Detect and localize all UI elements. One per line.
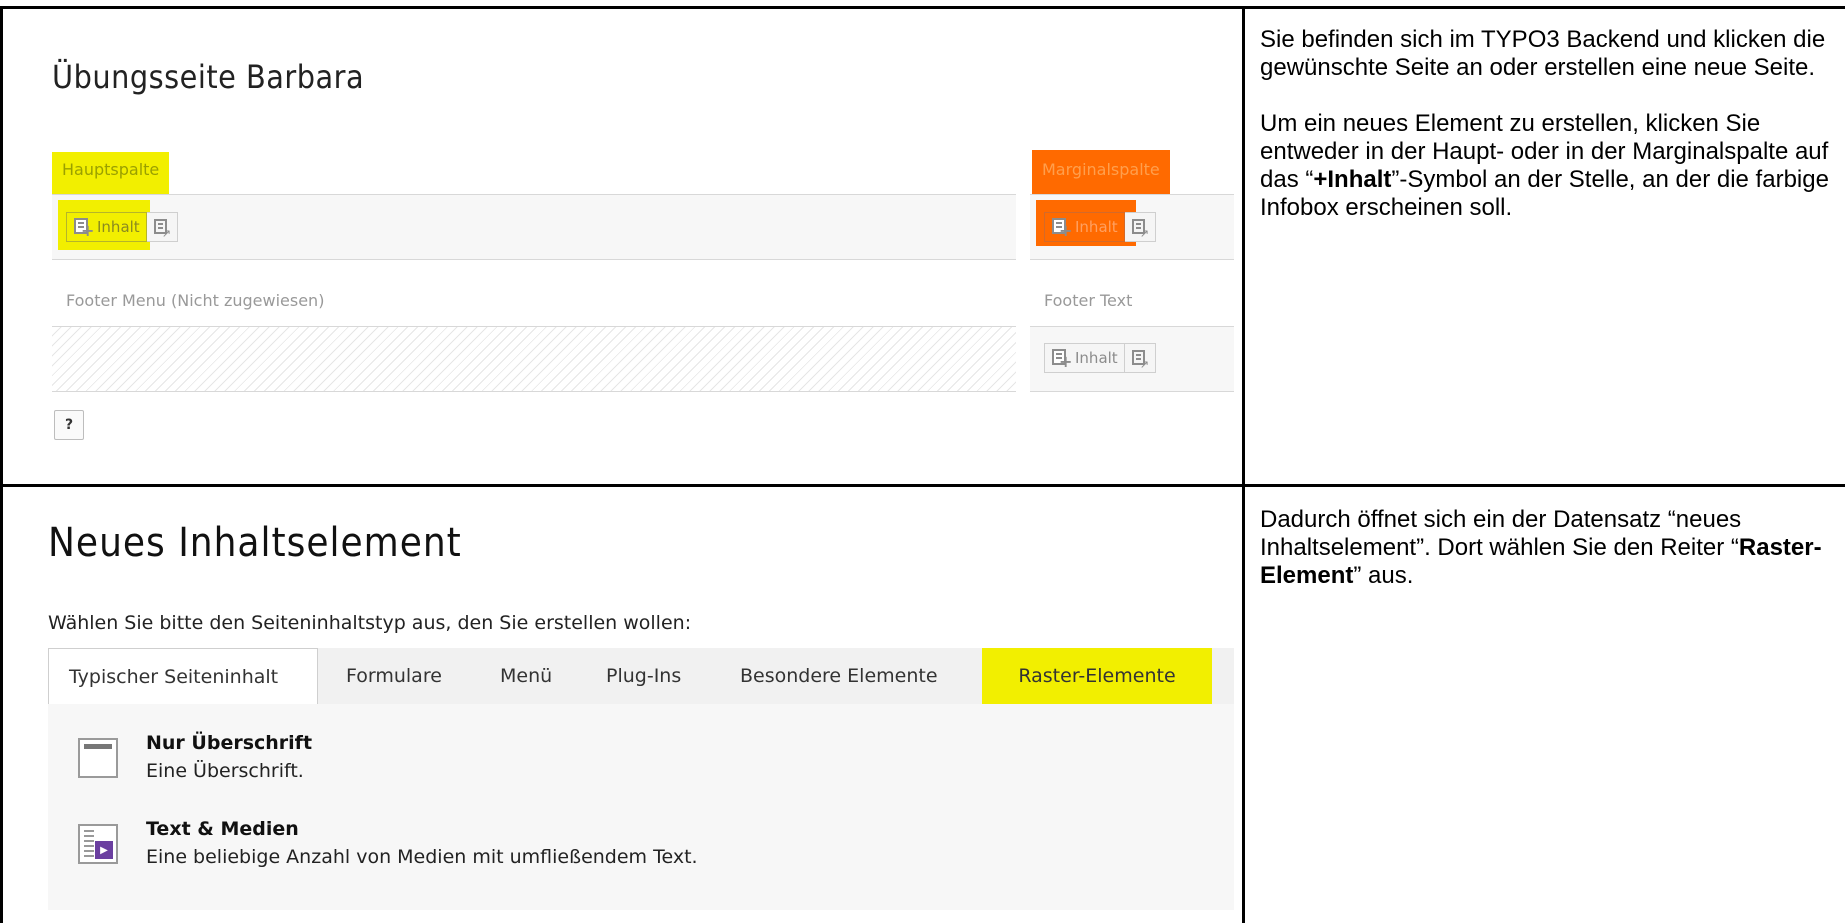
tab-typical-content[interactable]: Typischer Seiteninhalt [48,648,318,705]
paste-icon: ↗ [1131,218,1149,240]
table-border-top [0,6,1845,9]
footer-menu-disabled-area [52,326,1016,392]
step2-description: Dadurch öffnet sich ein der Datensatz “n… [1260,506,1840,618]
step1-bold-text: +Inhalt [1313,166,1392,193]
page-title: Übungsseite Barbara [52,58,365,96]
tab-plugins[interactable]: Plug-Ins [586,648,701,704]
main-column-buttons: + Inhalt ↗ [66,212,178,242]
step1-paragraph-1: Sie befinden sich im TYPO3 Backend und k… [1260,26,1826,81]
add-content-label: Inhalt [97,218,140,236]
item-title: Text & Medien [146,818,299,840]
add-content-label-footer: Inhalt [1075,349,1118,367]
item-title: Nur Überschrift [146,732,313,754]
item-description: Eine Überschrift. [146,760,304,782]
add-content-icon: + [1051,348,1072,370]
main-column-dropzone [52,194,1016,260]
step1-description: Sie befinden sich im TYPO3 Backend und k… [1260,26,1830,250]
paste-icon: ↗ [153,218,171,240]
tab-special-elements[interactable]: Besondere Elemente [720,648,958,704]
paste-button-side[interactable]: ↗ [1124,212,1156,242]
wizard-title: Neues Inhaltselement [48,520,462,566]
wizard-instruction: Wählen Sie bitte den Seiteninhaltstyp au… [48,612,692,634]
table-border-left [0,6,3,923]
header-icon [78,738,118,778]
add-content-button-side[interactable]: + Inhalt [1044,212,1125,242]
item-description: Eine beliebige Anzahl von Medien mit umf… [146,846,698,868]
add-content-button[interactable]: + Inhalt [66,212,147,242]
table-border-divider [1242,6,1245,923]
add-content-icon: + [1051,217,1072,239]
side-column-buttons: + Inhalt ↗ [1044,212,1156,242]
footer-menu-label: Footer Menu (Nicht zugewiesen) [66,291,325,310]
paste-button-footer[interactable]: ↗ [1124,343,1156,373]
content-type-panel: Nur Überschrift Eine Überschrift. Text &… [48,704,1234,910]
paste-icon: ↗ [1131,349,1149,371]
step1-paragraph-2: Um ein neues Element zu erstellen, klick… [1260,110,1829,221]
table-border-middle [0,484,1845,487]
tab-grid-elements[interactable]: Raster-Elemente [982,648,1212,704]
footer-text-buttons: + Inhalt ↗ [1044,343,1156,373]
add-content-label-side: Inhalt [1075,218,1118,236]
tab-menu[interactable]: Menü [480,648,572,704]
step2-paragraph: Dadurch öffnet sich ein der Datensatz “n… [1260,506,1822,589]
side-column-label: Marginalspalte [1032,150,1170,198]
footer-text-label: Footer Text [1044,291,1133,310]
text-media-icon [78,824,118,864]
content-type-tabs: Typischer Seiteninhalt Formulare Menü Pl… [48,648,1234,705]
add-content-button-footer[interactable]: + Inhalt [1044,343,1125,373]
help-button[interactable]: ? [54,410,84,440]
paste-button[interactable]: ↗ [146,212,178,242]
tab-forms[interactable]: Formulare [326,648,462,704]
main-column-label: Hauptspalte [52,152,170,196]
add-content-icon: + [73,217,94,239]
